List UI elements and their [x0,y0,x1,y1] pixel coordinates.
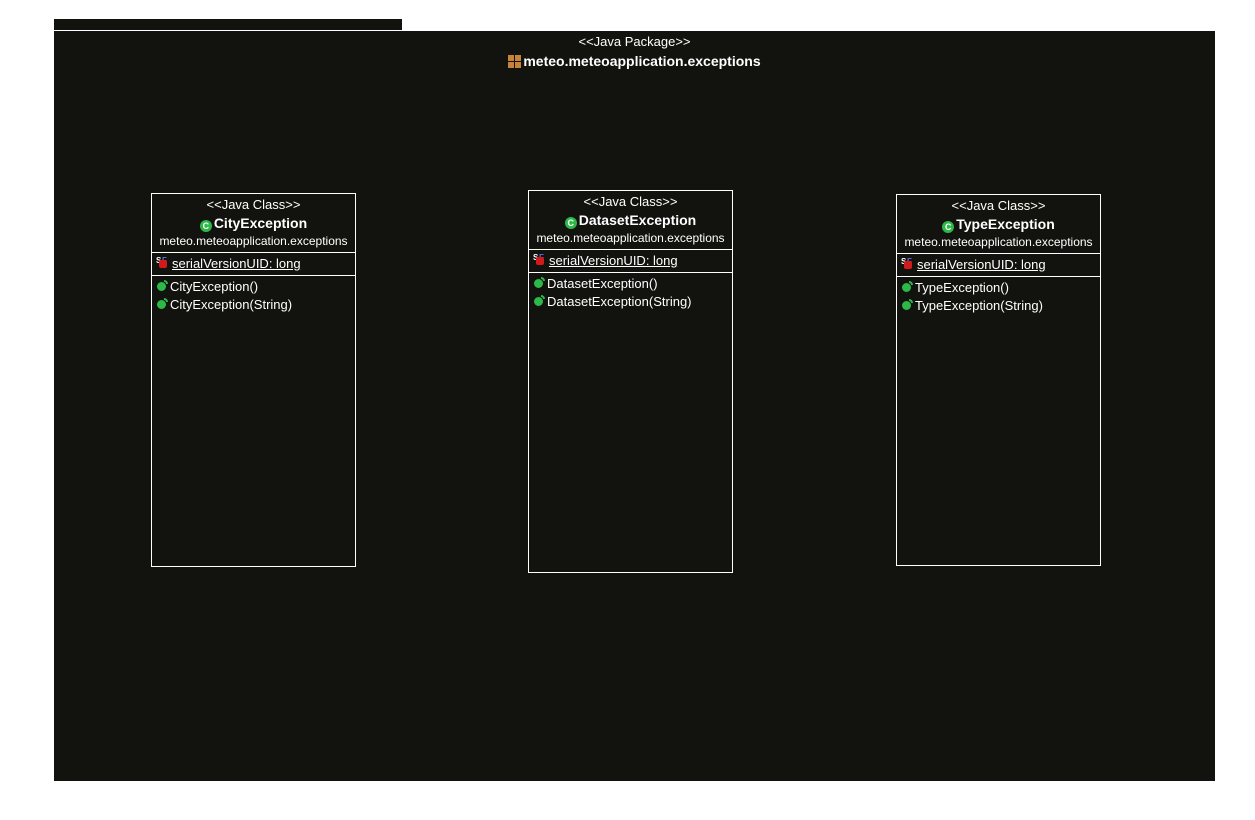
static-final-field-icon: SF [533,252,549,266]
fields-section: SFserialVersionUID: long [152,252,355,275]
method-row[interactable]: CityException(String) [156,296,355,314]
public-method-icon [901,281,915,293]
package-icon [508,55,522,68]
method-label: DatasetException(String) [547,294,692,309]
class-title: C CityException [152,213,355,233]
class-stereotype: <<Java Class>> [206,197,301,212]
methods-section: DatasetException() DatasetException(Stri… [529,272,732,313]
static-final-field-icon: SF [901,256,917,270]
method-row[interactable]: DatasetException(String) [533,293,732,311]
package-tab [54,19,402,31]
class-name: CityException [213,215,308,231]
class-title: C TypeException [897,214,1100,234]
method-label: TypeException(String) [915,298,1043,313]
field-label: serialVersionUID: long [549,253,678,268]
method-label: TypeException() [915,280,1009,295]
class-package: meteo.meteoapplication.exceptions [536,231,725,245]
method-row[interactable]: CityException() [156,278,355,296]
package-stereotype: <<Java Package>> [578,34,691,49]
fields-section: SFserialVersionUID: long [897,253,1100,276]
field-row[interactable]: SFserialVersionUID: long [533,252,732,270]
methods-section: TypeException() TypeException(String) [897,276,1100,317]
package-name: meteo.meteoapplication.exceptions [523,53,761,69]
field-row[interactable]: SFserialVersionUID: long [901,256,1100,274]
class-header: <<Java Class>> C TypeException meteo.mete… [897,195,1100,253]
public-method-icon [533,277,547,289]
methods-section: CityException() CityException(String) [152,275,355,316]
method-row[interactable]: TypeException() [901,279,1100,297]
class-icon: C [199,220,212,232]
method-label: CityException() [170,279,259,294]
class-box-dataset-exception[interactable]: <<Java Class>> C DatasetException meteo.m… [528,190,733,573]
class-package: meteo.meteoapplication.exceptions [159,234,348,248]
public-method-icon [533,295,547,307]
class-box-type-exception[interactable]: <<Java Class>> C TypeException meteo.mete… [896,194,1101,566]
public-method-icon [901,299,915,311]
class-stereotype: <<Java Class>> [583,194,678,209]
public-method-icon [156,280,170,292]
class-title: C DatasetException [529,210,732,230]
class-icon: C [942,221,955,233]
class-name: TypeException [956,216,1055,232]
field-row[interactable]: SFserialVersionUID: long [156,255,355,273]
method-label: CityException(String) [170,297,293,312]
method-label: DatasetException() [547,276,658,291]
package-title: meteo.meteoapplication.exceptions [54,52,1215,70]
field-label: serialVersionUID: long [172,256,301,271]
static-final-field-icon: SF [156,255,172,269]
method-row[interactable]: DatasetException() [533,275,732,293]
class-stereotype: <<Java Class>> [951,198,1046,213]
class-box-city-exception[interactable]: <<Java Class>> C CityException meteo.mete… [151,193,356,567]
class-icon: C [564,217,577,229]
fields-section: SFserialVersionUID: long [529,249,732,272]
class-header: <<Java Class>> C CityException meteo.mete… [152,194,355,252]
public-method-icon [156,298,170,310]
field-label: serialVersionUID: long [917,257,1046,272]
class-name: DatasetException [578,212,697,228]
method-row[interactable]: TypeException(String) [901,297,1100,315]
class-package: meteo.meteoapplication.exceptions [904,235,1093,249]
class-header: <<Java Class>> C DatasetException meteo.m… [529,191,732,249]
